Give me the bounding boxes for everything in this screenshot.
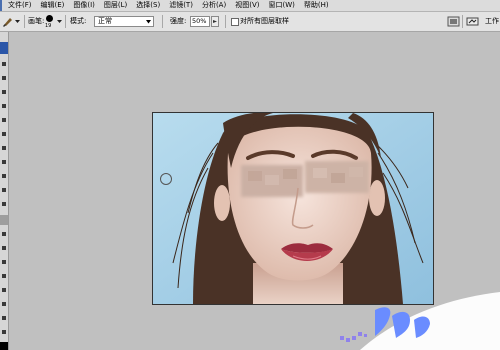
- options-separator: [162, 15, 163, 28]
- palette-well-icon[interactable]: [447, 15, 460, 28]
- ps-logo-icon: [0, 0, 2, 11]
- document-canvas[interactable]: [152, 112, 434, 305]
- type-tool-icon[interactable]: [2, 260, 6, 264]
- mode-label: 模式:: [70, 17, 87, 25]
- options-separator: [24, 15, 25, 28]
- mode-select[interactable]: 正常: [94, 16, 154, 27]
- menu-select[interactable]: 选择(S): [136, 0, 160, 11]
- menu-edit[interactable]: 编辑(E): [41, 0, 65, 11]
- sample-all-layers-checkbox[interactable]: [231, 18, 239, 26]
- eraser-tool-icon[interactable]: [2, 188, 6, 192]
- triangle-right-icon: [213, 20, 217, 23]
- slice-tool-icon[interactable]: [2, 118, 6, 122]
- history-brush-tool-icon[interactable]: [2, 174, 6, 178]
- healing-brush-tool-icon[interactable]: [2, 132, 6, 136]
- strength-value: 50%: [192, 17, 207, 25]
- lasso-tool-icon[interactable]: [2, 76, 6, 80]
- menu-view[interactable]: 视图(V): [235, 0, 259, 11]
- menu-bar: 文件(F) 编辑(E) 图像(I) 图层(L) 选择(S) 滤镜(T) 分析(A…: [0, 0, 500, 12]
- dodge-tool-icon[interactable]: [2, 232, 6, 236]
- menu-layer[interactable]: 图层(L): [104, 0, 127, 11]
- sample-all-layers-label: 对所有图层取样: [240, 17, 289, 25]
- marquee-tool-icon[interactable]: [2, 62, 6, 66]
- brush-chevron-icon[interactable]: [57, 19, 62, 24]
- menu-window[interactable]: 窗口(W): [268, 0, 294, 11]
- chevron-down-icon: [146, 20, 151, 24]
- brush-size-value: 19: [45, 23, 52, 29]
- options-separator: [65, 15, 66, 28]
- eyedropper-tool-icon[interactable]: [2, 316, 6, 320]
- toolbox: [0, 32, 9, 350]
- brush-tool-icon[interactable]: [2, 146, 6, 150]
- options-separator: [225, 15, 226, 28]
- bridge-icon[interactable]: [466, 15, 479, 28]
- strength-label: 强度:: [170, 17, 187, 25]
- menu-image[interactable]: 图像(I): [73, 0, 95, 11]
- menu-help[interactable]: 帮助(H): [304, 0, 329, 11]
- watermark-logo: [340, 292, 500, 350]
- crop-tool-icon[interactable]: [2, 104, 6, 108]
- foreground-color-swatch[interactable]: [0, 342, 8, 350]
- options-separator: [462, 15, 463, 28]
- strength-input[interactable]: 50%: [190, 16, 210, 27]
- menu-file[interactable]: 文件(F): [8, 0, 32, 11]
- brush-picker[interactable]: 19: [43, 13, 56, 30]
- strength-slider-button[interactable]: [211, 16, 219, 27]
- clone-stamp-tool-icon[interactable]: [2, 160, 6, 164]
- brush-label: 画笔:: [28, 17, 45, 25]
- path-selection-tool-icon[interactable]: [2, 274, 6, 278]
- menu-analysis[interactable]: 分析(A): [202, 0, 226, 11]
- move-tool-icon[interactable]: [0, 42, 8, 54]
- mode-value: 正常: [98, 17, 112, 25]
- portrait-photo: [153, 113, 433, 304]
- blur-tool-icon[interactable]: [0, 215, 8, 225]
- brush-cursor-icon: [160, 173, 172, 185]
- tool-preset-chevron-icon[interactable]: [15, 19, 20, 24]
- menu-filter[interactable]: 滤镜(T): [169, 0, 193, 11]
- options-bar: 画笔: 19 模式: 正常 强度: 50% 对所有图层取样 工作: [0, 12, 500, 32]
- hand-tool-icon[interactable]: [2, 330, 6, 334]
- notes-tool-icon[interactable]: [2, 302, 6, 306]
- gradient-tool-icon[interactable]: [2, 202, 6, 206]
- workspace-label[interactable]: 工作: [485, 12, 499, 31]
- brush-dot-icon: [46, 15, 53, 22]
- shape-tool-icon[interactable]: [2, 288, 6, 292]
- pen-tool-icon[interactable]: [2, 246, 6, 250]
- magic-wand-tool-icon[interactable]: [2, 90, 6, 94]
- tool-preset-icon[interactable]: [1, 15, 14, 28]
